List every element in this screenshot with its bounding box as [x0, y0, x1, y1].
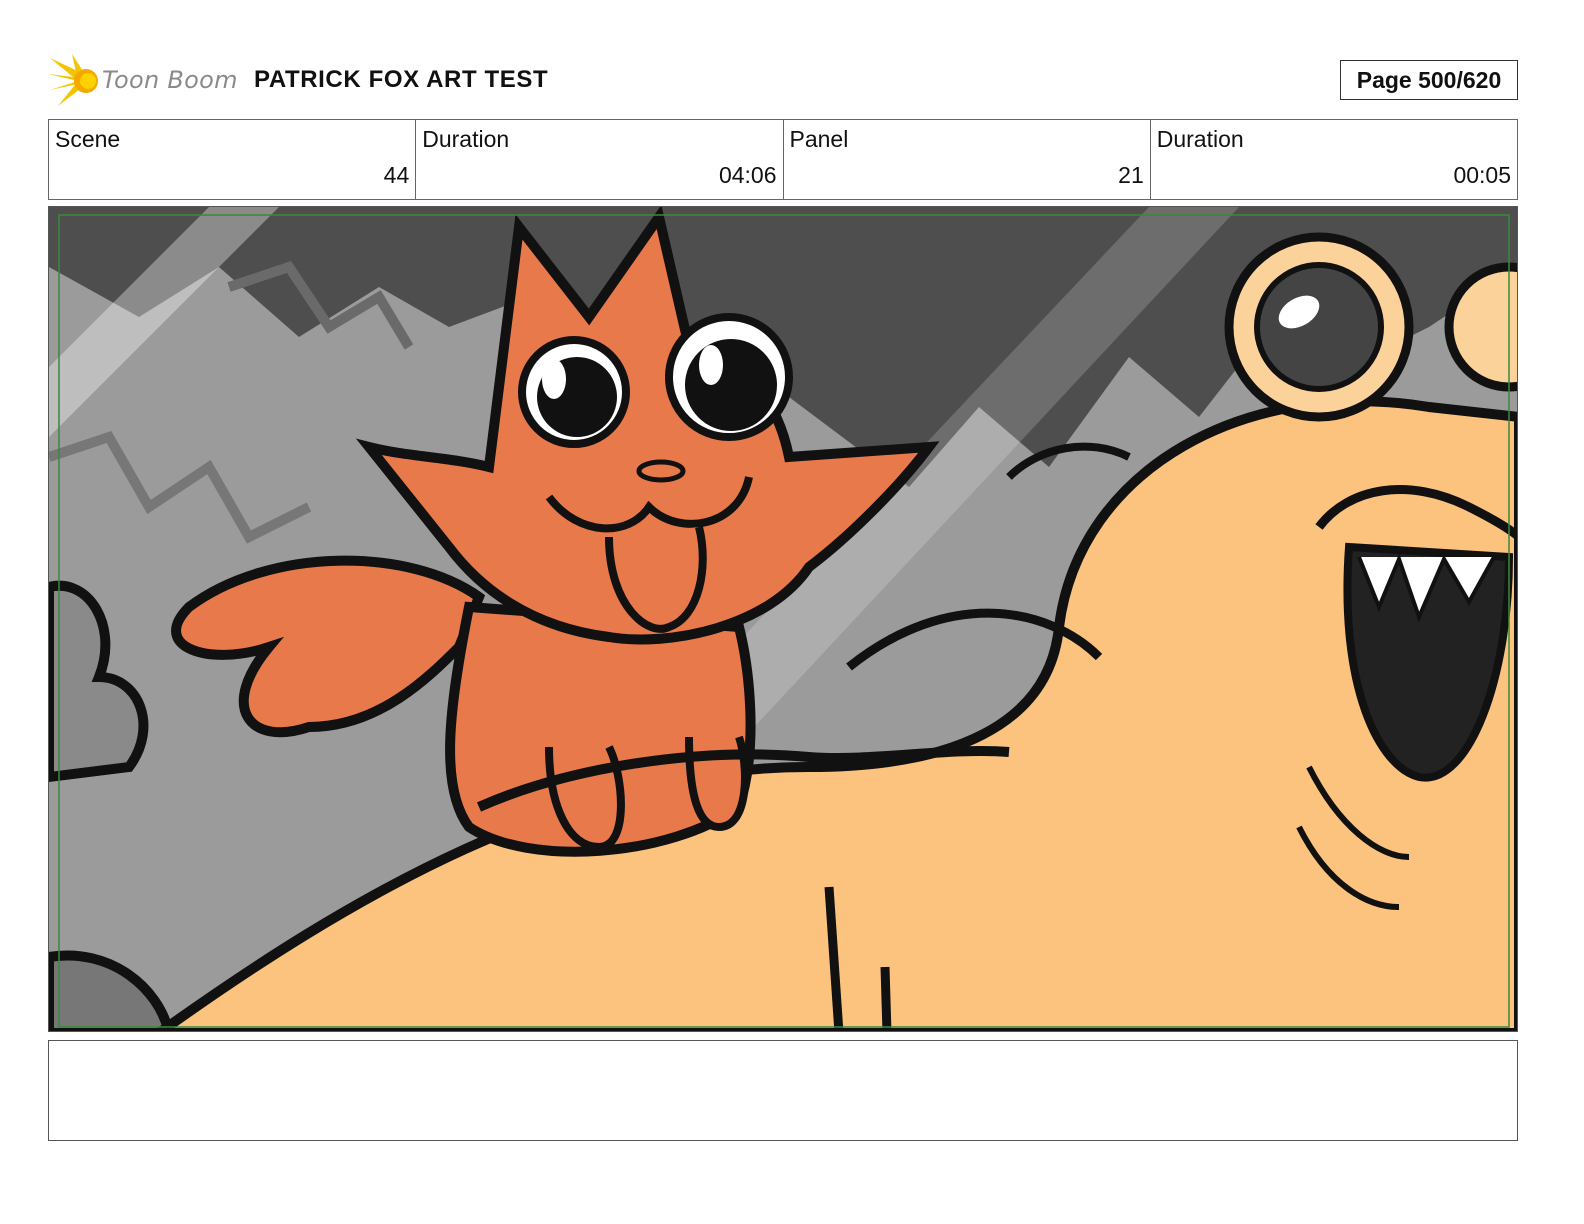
panel-value: 21 [1118, 162, 1144, 188]
panel-duration-label: Duration [1156, 126, 1244, 152]
scene-cell: Scene 44 [49, 120, 417, 199]
scene-value: 44 [383, 162, 410, 188]
storyboard-panel-image [48, 206, 1518, 1032]
panel-label: Panel [789, 126, 849, 152]
scene-duration-value: 04:06 [718, 162, 777, 188]
scene-duration-label: Duration [422, 126, 510, 152]
page-number: Page 500/620 [1340, 60, 1518, 100]
scene-label: Scene [55, 126, 121, 152]
panel-drawing [49, 207, 1517, 1031]
project-title: PATRICK FOX ART TEST [254, 66, 549, 93]
panel-cell: Panel 21 [784, 120, 1151, 199]
logo-text: Toon Boom [102, 66, 238, 94]
panel-notes-box [48, 1040, 1518, 1141]
scene-duration-cell: Duration 04:06 [416, 120, 784, 199]
panel-duration-value: 00:05 [1453, 162, 1511, 188]
toon-boom-logo: Toon Boom [48, 52, 238, 110]
scene-info-table: Scene 44 Duration 04:06 Panel 21 Duratio… [48, 119, 1518, 200]
panel-duration-cell: Duration 00:05 [1151, 120, 1517, 199]
starburst-icon [48, 54, 98, 106]
